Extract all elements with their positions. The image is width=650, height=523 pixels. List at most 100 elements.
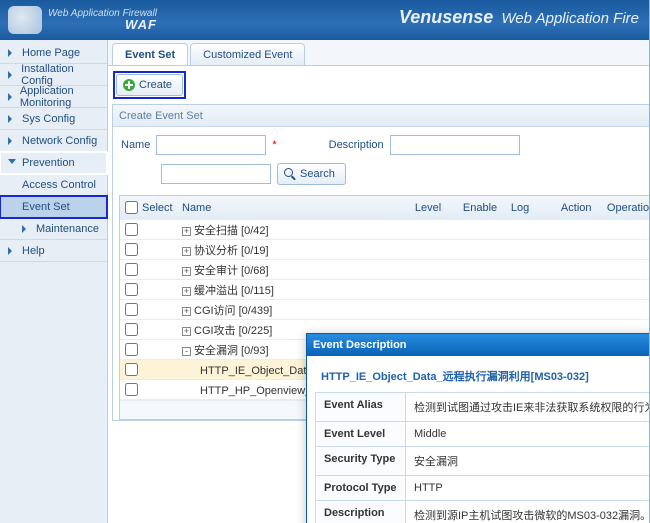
product-name: Web Application Firewall WAF: [48, 8, 157, 32]
tab-label: Customized Event: [203, 49, 292, 61]
table-row[interactable]: +安全扫描 [0/42]: [120, 220, 650, 240]
row-name: +安全审计 [0/68]: [182, 262, 415, 278]
search-button[interactable]: Search: [277, 163, 346, 185]
row-name: +协议分析 [0/19]: [182, 242, 415, 258]
button-label: Search: [300, 168, 335, 180]
tree-toggle-icon[interactable]: +: [182, 287, 191, 296]
chevron-right-icon: [8, 115, 16, 123]
sidebar-item-appmon[interactable]: Application Monitoring: [0, 86, 107, 108]
row-checkbox[interactable]: [125, 283, 138, 296]
sidebar-item-label: Home Page: [22, 47, 80, 59]
event-description-popup: Event Description × HTTP_IE_Object_Data_…: [306, 333, 650, 523]
col-log[interactable]: Log: [511, 202, 561, 214]
popup-header[interactable]: Event Description ×: [307, 334, 650, 356]
chevron-right-icon: [8, 93, 14, 101]
row-checkbox[interactable]: [125, 363, 138, 376]
button-label: Create: [139, 79, 172, 91]
panel-title: Create Event Set: [119, 110, 203, 122]
select-all-checkbox[interactable]: [125, 201, 138, 214]
row-name: +安全扫描 [0/42]: [182, 222, 415, 238]
tab-customized-event[interactable]: Customized Event: [190, 43, 305, 65]
tab-bar: Event Set Customized Event: [108, 40, 650, 66]
chevron-right-icon: [8, 49, 16, 57]
sidebar-item-access-control[interactable]: Access Control: [0, 174, 107, 196]
detail-value: HTTP: [406, 476, 650, 501]
row-checkbox[interactable]: [125, 303, 138, 316]
detail-key: Description: [316, 501, 406, 523]
detail-key: Protocol Type: [316, 476, 406, 501]
brand-bold: Venusense: [399, 7, 493, 27]
col-select[interactable]: Select: [142, 202, 182, 214]
app-root: Web Application Firewall WAF Venusense W…: [0, 0, 650, 523]
description-input[interactable]: [390, 135, 520, 155]
required-mark: *: [272, 139, 276, 151]
detail-key: Event Alias: [316, 393, 406, 422]
sidebar-item-label: Installation Config: [21, 63, 99, 87]
create-button[interactable]: Create: [116, 74, 183, 96]
popup-heading: HTTP_IE_Object_Data_远程执行漏洞利用[MS03-032]: [315, 364, 650, 392]
detail-table: Event Alias检测到试图通过攻击IE来非法获取系统权限的行为Event …: [315, 392, 650, 523]
top-banner: Web Application Firewall WAF Venusense W…: [0, 0, 649, 40]
table-row[interactable]: +协议分析 [0/19]: [120, 240, 650, 260]
tab-label: Event Set: [125, 49, 175, 61]
sidebar-item-prevention[interactable]: Prevention: [0, 152, 107, 174]
row-checkbox[interactable]: [125, 223, 138, 236]
search-icon: [284, 168, 296, 180]
brand-rest: Web Application Fire: [501, 10, 639, 27]
col-level[interactable]: Level: [415, 202, 463, 214]
create-form: Name * Description: [113, 127, 650, 163]
row-checkbox[interactable]: [125, 343, 138, 356]
detail-key: Event Level: [316, 422, 406, 447]
row-checkbox[interactable]: [125, 243, 138, 256]
tree-toggle-icon[interactable]: +: [182, 327, 191, 336]
product-logo: [8, 6, 42, 34]
main-area: Event Set Customized Event Create Create…: [108, 40, 650, 523]
detail-value: Middle: [406, 422, 650, 447]
row-checkbox[interactable]: [125, 263, 138, 276]
sidebar-item-label: Maintenance: [36, 223, 99, 235]
col-action[interactable]: Action: [561, 202, 607, 214]
tree-toggle-icon[interactable]: +: [182, 267, 191, 276]
sidebar-item-help[interactable]: Help: [0, 240, 107, 262]
sidebar-item-install[interactable]: Installation Config: [0, 64, 107, 86]
tree-toggle-icon[interactable]: +: [182, 307, 191, 316]
sidebar-item-label: Sys Config: [22, 113, 75, 125]
tree-toggle-icon[interactable]: -: [182, 347, 191, 356]
sidebar-item-sys[interactable]: Sys Config: [0, 108, 107, 130]
panel-header: Create Event Set ×: [113, 105, 650, 127]
chevron-down-icon: [8, 159, 16, 167]
tree-toggle-icon[interactable]: +: [182, 247, 191, 256]
row-name: +缓冲溢出 [0/115]: [182, 282, 415, 298]
sidebar-item-label: Network Config: [22, 135, 97, 147]
sidebar-item-label: Event Set: [22, 201, 70, 213]
row-checkbox[interactable]: [125, 383, 138, 396]
add-icon: [123, 79, 135, 91]
table-row[interactable]: +缓冲溢出 [0/115]: [120, 280, 650, 300]
grid-header: Select Name Level Enable Log Action Oper…: [120, 196, 650, 220]
sidebar-item-event-set[interactable]: Event Set: [0, 196, 107, 218]
sidebar-item-label: Application Monitoring: [20, 85, 99, 109]
tab-event-set[interactable]: Event Set: [112, 43, 188, 65]
chevron-right-icon: [8, 71, 15, 79]
search-input[interactable]: [161, 164, 271, 184]
description-label: Description: [329, 139, 384, 151]
col-operation[interactable]: Operation: [607, 202, 650, 214]
table-row[interactable]: +安全审计 [0/68]: [120, 260, 650, 280]
detail-value: 检测到源IP主机试图攻击微软的MS03-032漏洞。一旦攻击成功，攻击者可能获得…: [406, 501, 650, 523]
name-input[interactable]: [156, 135, 266, 155]
sidebar-item-label: Prevention: [22, 157, 75, 169]
detail-value: 检测到试图通过攻击IE来非法获取系统权限的行为: [406, 393, 650, 422]
tree-toggle-icon[interactable]: +: [182, 227, 191, 236]
sidebar-item-net[interactable]: Network Config: [0, 130, 107, 152]
col-enable[interactable]: Enable: [463, 202, 511, 214]
col-name[interactable]: Name: [182, 202, 415, 214]
detail-value: 安全漏洞: [406, 447, 650, 476]
sidebar-item-home[interactable]: Home Page: [0, 42, 107, 64]
row-checkbox[interactable]: [125, 323, 138, 336]
product-abbr: WAF: [48, 17, 157, 32]
row-name: +CGI访问 [0/439]: [182, 302, 415, 318]
detail-key: Security Type: [316, 447, 406, 476]
table-row[interactable]: +CGI访问 [0/439]: [120, 300, 650, 320]
sidebar-item-label: Help: [22, 245, 45, 257]
sidebar-item-maintenance[interactable]: Maintenance: [0, 218, 107, 240]
